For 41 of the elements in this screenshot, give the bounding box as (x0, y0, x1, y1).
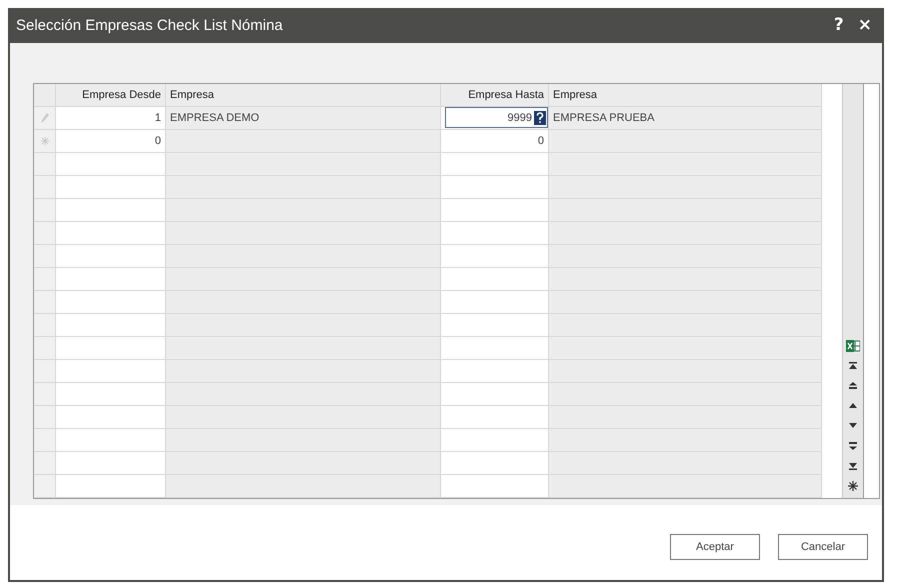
asterisk-icon (40, 136, 48, 145)
table-cell: 1 (56, 106, 166, 130)
row-header[interactable] (34, 474, 56, 498)
first-icon[interactable] (846, 360, 860, 372)
table-cell: 0 (56, 130, 166, 153)
row-header[interactable] (34, 268, 56, 291)
row-header[interactable] (34, 336, 56, 360)
window-title: Selección Empresas Check List Nómina (16, 16, 284, 34)
column-header[interactable]: Empresa Desde (56, 84, 166, 107)
table-cell: 0 (441, 130, 549, 153)
grid-corner (34, 84, 56, 107)
cancel-button[interactable]: Cancelar (778, 534, 868, 560)
row-header[interactable] (34, 360, 56, 383)
row-header[interactable] (34, 382, 56, 406)
help-button[interactable]: ? (830, 15, 848, 36)
page-up-icon[interactable] (846, 380, 860, 392)
table-cell: EMPRESA DEMO (166, 106, 441, 130)
page-down-icon[interactable] (846, 440, 860, 452)
lookup-button[interactable] (534, 110, 546, 125)
accept-button[interactable]: Aceptar (670, 534, 760, 560)
row-header[interactable] (34, 452, 56, 475)
input-field[interactable]: 9999 (445, 107, 548, 128)
pencil-icon (40, 112, 48, 123)
row-header[interactable] (34, 314, 56, 337)
spreadsheet-icon[interactable] (846, 340, 860, 352)
row-header[interactable] (34, 106, 56, 130)
row-header[interactable] (34, 130, 56, 153)
row-header[interactable] (34, 428, 56, 452)
row-header[interactable] (34, 222, 56, 245)
row-header[interactable] (34, 176, 56, 199)
row-header[interactable] (34, 244, 56, 268)
table-cell: EMPRESA PRUEBA (549, 106, 822, 130)
column-header[interactable]: Empresa (166, 84, 441, 107)
row-header[interactable] (34, 406, 56, 429)
column-header[interactable]: Empresa Hasta (441, 84, 549, 107)
row-header[interactable] (34, 152, 56, 176)
new-record-icon[interactable] (846, 480, 860, 492)
column-header[interactable]: Empresa (549, 84, 822, 107)
row-header[interactable] (34, 198, 56, 222)
close-button[interactable]: × (854, 15, 876, 36)
row-header[interactable] (34, 290, 56, 314)
